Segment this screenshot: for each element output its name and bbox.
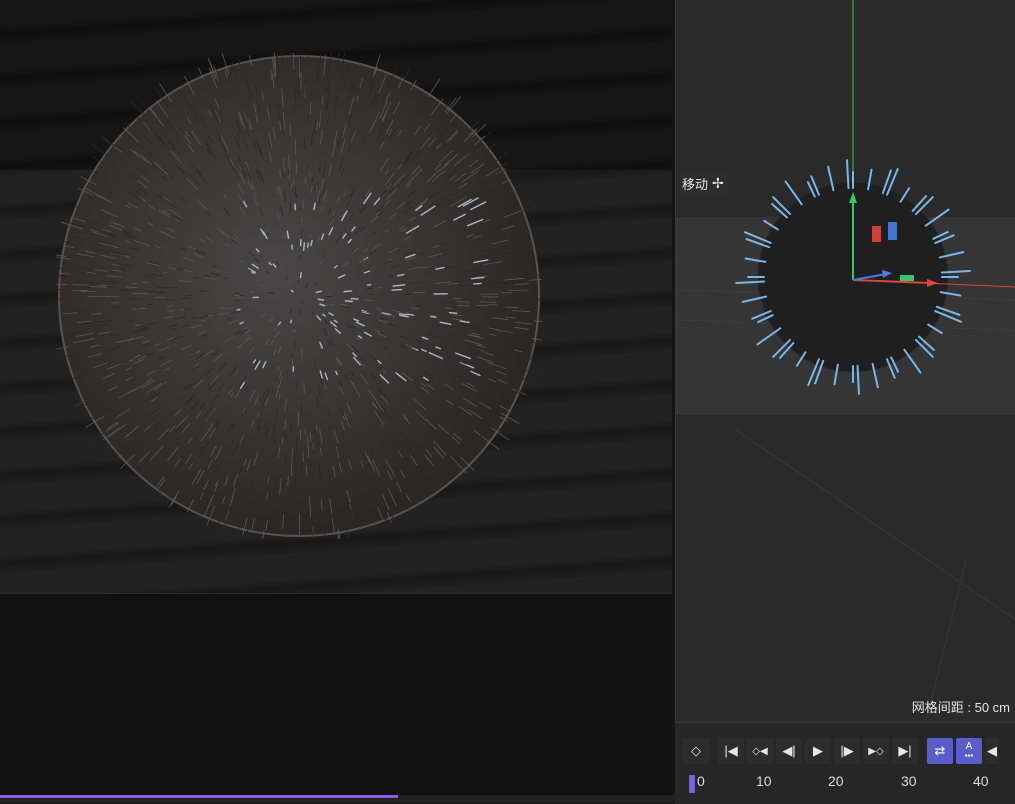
fur-strand xyxy=(313,443,314,449)
prev-frame-icon: ◀| xyxy=(782,743,795,759)
prev-key-button[interactable]: ◇◀ xyxy=(747,738,773,764)
fur-strand xyxy=(304,243,305,250)
fur-strand xyxy=(449,313,456,314)
fur-strand xyxy=(477,305,488,306)
hair-guide xyxy=(942,271,970,272)
skip-start-icon: |◀ xyxy=(724,743,737,759)
tick-label: 40 xyxy=(973,773,989,789)
render-view[interactable] xyxy=(0,0,672,795)
fur-strand xyxy=(102,136,114,146)
fur-strand xyxy=(90,143,108,156)
tick-label: 20 xyxy=(828,773,844,789)
play-icon: ▶ xyxy=(813,743,823,759)
fur-strand xyxy=(474,283,481,284)
skip-end-icon: ▶| xyxy=(898,743,911,759)
next-key-button[interactable]: ▶◇ xyxy=(863,738,889,764)
fur-strand xyxy=(509,290,529,291)
hair-guide xyxy=(926,210,949,226)
go-to-end-button[interactable]: ▶| xyxy=(892,738,918,764)
grid-spacing-readout: 网格间距 : 50 cm xyxy=(912,697,1010,716)
fur-strand xyxy=(130,100,145,118)
sound-button[interactable]: ◀ xyxy=(985,738,999,764)
fur-strand xyxy=(310,235,311,238)
hair-guide xyxy=(757,328,780,344)
auto-key-dots-icon: ▪▪▪ xyxy=(965,751,974,760)
fur-strand xyxy=(445,308,451,309)
hair-guide xyxy=(904,350,920,373)
fur-strand xyxy=(308,243,309,247)
fur-strand xyxy=(292,245,293,249)
auto-key-button[interactable]: A ▪▪▪ xyxy=(956,738,982,764)
go-to-start-button[interactable]: |◀ xyxy=(718,738,744,764)
tick-label: 30 xyxy=(901,773,917,789)
tick-label: 10 xyxy=(756,773,772,789)
render-status-bar xyxy=(0,795,675,803)
fur-strand xyxy=(237,309,240,310)
move-cross-icon: ✢ xyxy=(712,175,724,192)
fur-strand xyxy=(143,282,149,283)
fur-strand xyxy=(313,474,314,481)
play-button[interactable]: ▶ xyxy=(805,738,831,764)
fur-strand xyxy=(291,320,292,322)
hair-guide xyxy=(736,282,764,283)
speaker-icon: ◀ xyxy=(987,743,997,759)
timeline-panel: ◇ |◀ ◇◀ ◀| ▶ |▶ ▶◇ ▶| ⇄ A ▪▪▪ ◀ 0 10 20 … xyxy=(675,722,1015,804)
fur-strand xyxy=(368,285,371,286)
fur-strand xyxy=(480,302,496,303)
fur-strand xyxy=(126,287,137,288)
tick-label: 0 xyxy=(697,773,705,789)
auto-key-label: A xyxy=(966,742,973,751)
next-key-icon: ▶◇ xyxy=(868,746,883,757)
viewport-scene xyxy=(676,0,1015,722)
prev-key-icon: ◇◀ xyxy=(752,746,767,757)
fur-sphere-render xyxy=(56,53,542,539)
fur-strand xyxy=(161,288,170,289)
fur-strand xyxy=(345,301,352,302)
next-frame-icon: |▶ xyxy=(840,743,853,759)
fur-strand xyxy=(88,431,107,444)
fur-strand xyxy=(291,290,293,291)
move-tool-label[interactable]: 移动 ✢ xyxy=(678,172,728,195)
render-floor xyxy=(0,594,672,795)
fur-strand xyxy=(428,79,440,97)
fur-strand xyxy=(344,291,352,292)
hair-guide xyxy=(786,181,802,204)
keyframe-button[interactable]: ◇ xyxy=(683,738,709,764)
fur-strand xyxy=(315,429,316,434)
move-tool-text: 移动 xyxy=(682,174,708,193)
hair-guide xyxy=(858,366,859,394)
next-frame-button[interactable]: |▶ xyxy=(834,738,860,764)
loop-icon: ⇄ xyxy=(935,743,946,759)
render-progress-bar xyxy=(0,795,398,798)
fur-strand xyxy=(431,316,436,317)
loop-button[interactable]: ⇄ xyxy=(927,738,953,764)
timeline-ruler[interactable]: 0 10 20 30 40 xyxy=(685,769,1015,795)
3d-viewport[interactable]: 移动 ✢ 网格间距 : 50 cm xyxy=(675,0,1015,722)
keyframe-diamond-icon: ◇ xyxy=(691,743,701,759)
fur-strand xyxy=(392,290,401,291)
transport-controls: ◇ |◀ ◇◀ ◀| ▶ |▶ ▶◇ ▶| ⇄ A ▪▪▪ ◀ xyxy=(683,738,1002,764)
fur-strand xyxy=(291,464,292,476)
prev-frame-button[interactable]: ◀| xyxy=(776,738,802,764)
fur-strand xyxy=(318,299,323,300)
hair-guide xyxy=(847,160,848,188)
